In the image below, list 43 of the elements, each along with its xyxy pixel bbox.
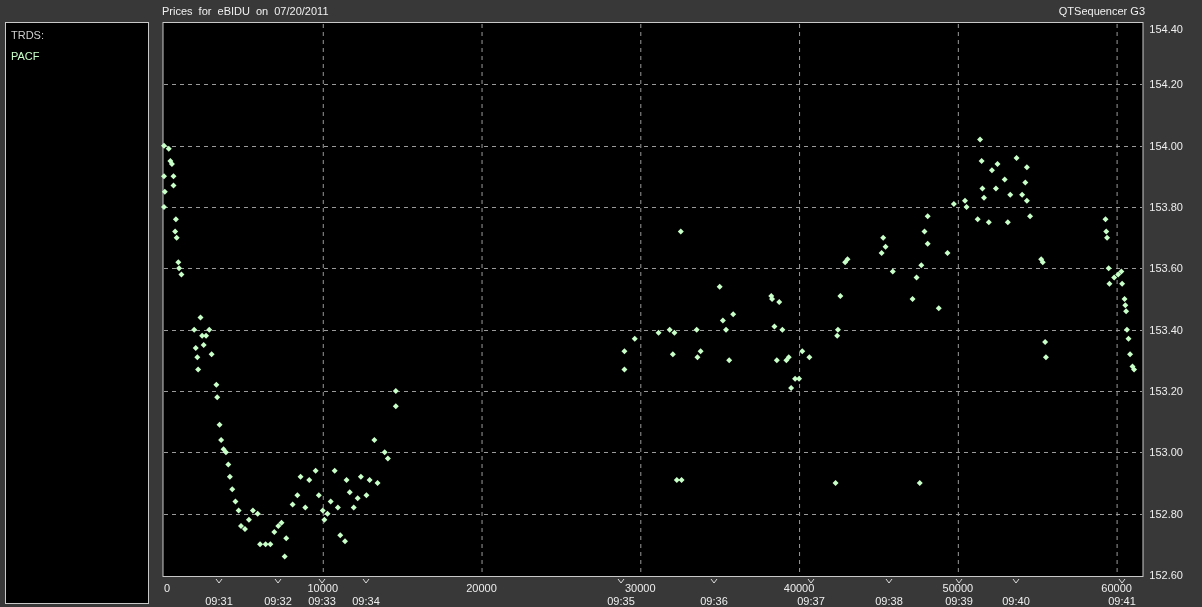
chart-title: Prices for eBIDU on 07/20/2011 (162, 5, 329, 17)
x-tick-label: 30000 (625, 582, 656, 594)
time-label: 09:35 (607, 595, 635, 607)
panel-heading: TRDS: (11, 29, 44, 41)
y-tick-label: 153.20 (1149, 385, 1183, 397)
time-label: 09:38 (875, 595, 903, 607)
time-marker-icon (617, 578, 625, 584)
time-marker-icon (1118, 578, 1126, 584)
x-tick-label: 60000 (1101, 582, 1132, 594)
time-marker-icon (362, 578, 370, 584)
time-marker-icon (318, 578, 326, 584)
x-tick-label: 50000 (942, 582, 974, 594)
y-tick-label: 152.60 (1149, 569, 1183, 581)
time-marker-icon (1012, 578, 1020, 584)
time-marker-icon (274, 578, 282, 584)
series-label: PACF (11, 50, 40, 62)
y-tick-label: 154.40 (1149, 23, 1183, 35)
product-name: QTSequencer G3 (1058, 5, 1145, 17)
x-tick-label: 0 (164, 582, 171, 594)
time-marker-icon (885, 578, 893, 584)
y-tick-label: 153.80 (1149, 201, 1183, 213)
time-label: 09:39 (945, 595, 973, 607)
time-label: 09:37 (797, 595, 825, 607)
time-label: 09:36 (700, 595, 728, 607)
y-tick-label: 153.60 (1149, 262, 1183, 275)
y-tick-label: 154.20 (1149, 78, 1183, 91)
time-marker-icon (215, 578, 223, 584)
y-tick-label: 153.00 (1149, 446, 1183, 459)
time-marker-icon (955, 578, 963, 584)
y-tick-label: 153.40 (1149, 323, 1183, 336)
x-tick-label: 20000 (466, 582, 497, 594)
y-tick-label: 152.80 (1149, 507, 1183, 520)
time-marker-icon (807, 578, 815, 584)
time-label: 09:31 (205, 595, 233, 607)
time-label: 09:34 (352, 595, 380, 607)
x-tick-label: 10000 (307, 582, 339, 594)
time-label: 09:32 (264, 595, 292, 607)
y-tick-label: 154.00 (1149, 139, 1183, 152)
x-tick-label: 40000 (783, 582, 815, 594)
time-marker-icon (710, 578, 718, 584)
time-label: 09:40 (1002, 595, 1030, 607)
time-label: 09:33 (308, 595, 336, 607)
time-label: 09:41 (1108, 595, 1136, 607)
